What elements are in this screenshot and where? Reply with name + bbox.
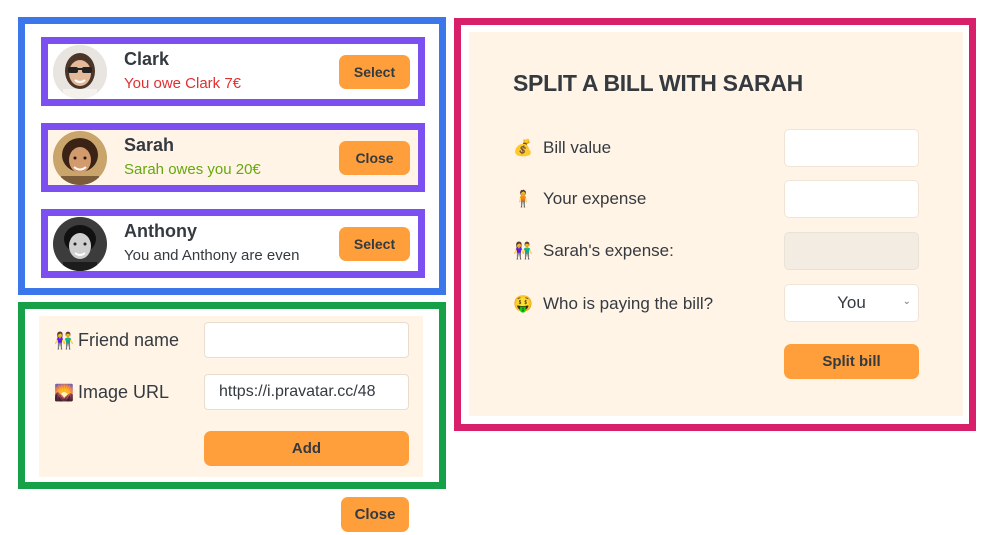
avatar-sarah (53, 130, 107, 185)
landscape-image-icon: 🌄 (54, 384, 74, 402)
friend-item-clark: Clark You owe Clark 7€ Select (41, 37, 425, 106)
split-bill-title: SPLIT A BILL WITH SARAH (513, 70, 803, 96)
friend-name: Clark (124, 49, 170, 69)
friend-expense-input (784, 232, 919, 270)
friend-expense-label: 👫 Sarah's expense: (513, 241, 674, 261)
avatar-anthony (53, 216, 107, 271)
money-mouth-face-icon: 🤑 (513, 296, 533, 313)
avatar-clark (53, 44, 107, 99)
friend-name-label: 👫 Friend name (54, 330, 179, 351)
your-expense-label: 🧍 Your expense (513, 189, 646, 209)
friends-icon: 👫 (54, 332, 74, 350)
image-url-label-text: Image URL (78, 382, 170, 402)
bill-value-label-text: Bill value (543, 138, 612, 157)
friends-icon: 👫 (513, 243, 533, 260)
your-expense-input[interactable] (784, 180, 919, 218)
close-friend-button[interactable]: Close (339, 140, 410, 175)
select-friend-button[interactable]: Select (339, 226, 410, 261)
friend-balance-status: Sarah owes you 20€ (124, 161, 261, 178)
friend-name-input[interactable] (204, 322, 409, 358)
image-url-input[interactable]: https://i.pravatar.cc/48 (204, 374, 409, 410)
payer-label-text: Who is paying the bill? (543, 294, 714, 313)
friend-balance-status: You owe Clark 7€ (124, 75, 242, 92)
money-bag-icon: 💰 (513, 140, 533, 157)
friend-name: Anthony (124, 221, 197, 241)
payer-label: 🤑 Who is paying the bill? (513, 294, 713, 314)
friend-name: Sarah (124, 135, 175, 155)
add-friend-button[interactable]: Add (204, 431, 409, 466)
image-url-label: 🌄 Image URL (54, 382, 169, 403)
bill-value-input[interactable] (784, 129, 919, 167)
chevron-down-icon: ⌄ (902, 296, 911, 307)
friend-expense-label-text: Sarah's expense: (543, 241, 674, 260)
select-friend-button[interactable]: Select (339, 54, 410, 89)
close-add-friend-button[interactable]: Close (341, 497, 409, 532)
your-expense-label-text: Your expense (543, 189, 647, 208)
friend-item-anthony: Anthony You and Anthony are even Select (41, 209, 425, 278)
split-bill-form: SPLIT A BILL WITH SARAH 💰 Bill value 🧍 Y… (469, 32, 963, 416)
person-standing-icon: 🧍 (513, 191, 533, 208)
split-bill-button[interactable]: Split bill (784, 344, 919, 379)
friend-item-sarah: Sarah Sarah owes you 20€ Close (41, 123, 425, 192)
payer-select[interactable]: You ⌄ (784, 284, 919, 322)
bill-value-label: 💰 Bill value (513, 138, 611, 158)
friend-balance-status: You and Anthony are even (124, 247, 300, 264)
payer-select-value: You (837, 293, 866, 312)
friend-name-label-text: Friend name (78, 330, 180, 350)
add-friend-form: 👫 Friend name 🌄 Image URL https://i.prav… (39, 316, 423, 477)
